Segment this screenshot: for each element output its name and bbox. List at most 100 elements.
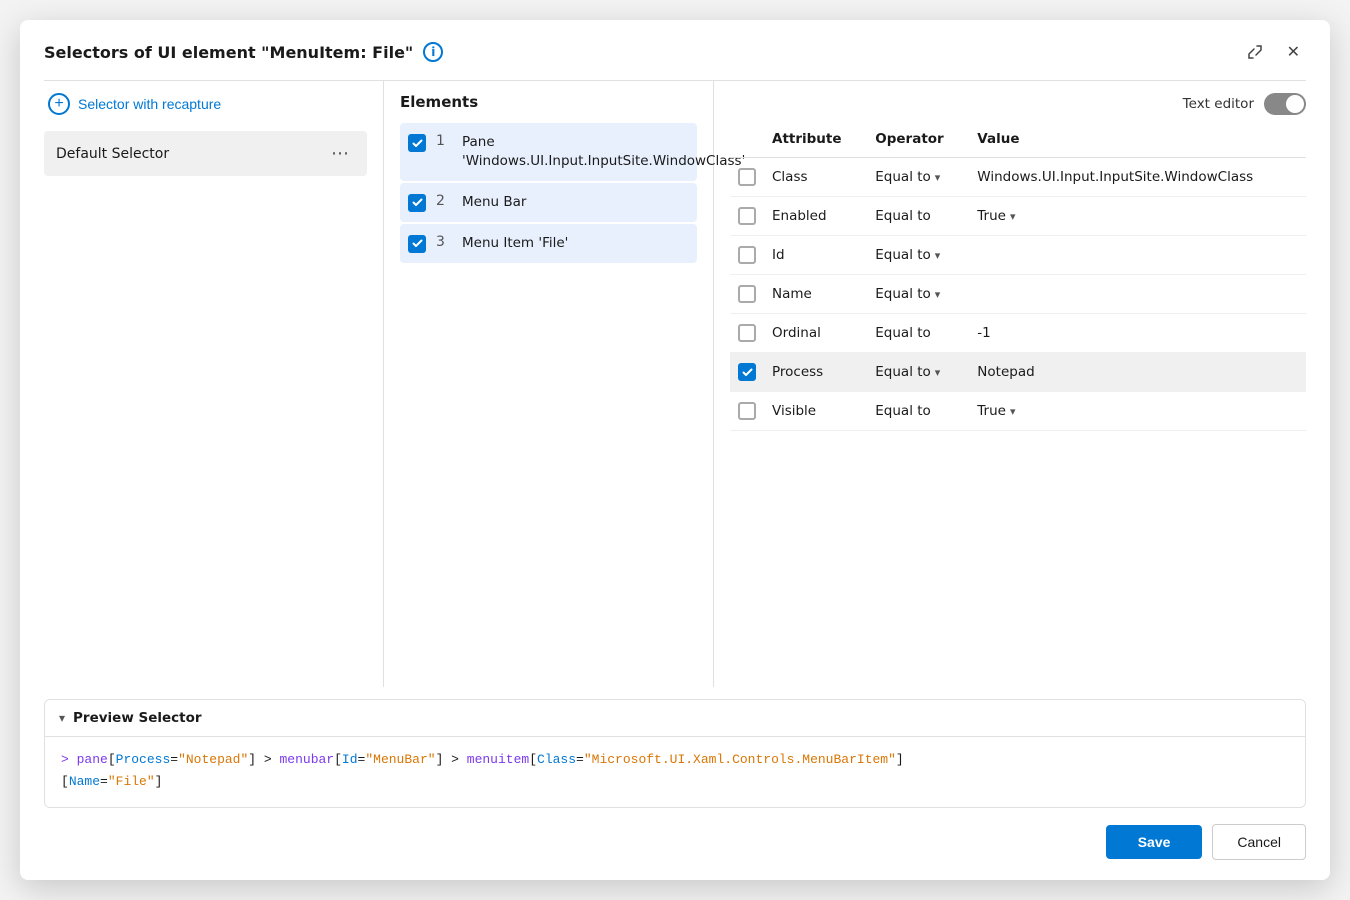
info-icon[interactable]: i <box>423 42 443 62</box>
row-attribute-2: Id <box>764 236 867 275</box>
add-selector-button[interactable]: + Selector with recapture <box>44 85 225 123</box>
row-attribute-3: Name <box>764 275 867 314</box>
element-item[interactable]: 1 Pane 'Windows.UI.Input.InputSite.Windo… <box>400 123 697 181</box>
preview-token: [ <box>108 752 116 767</box>
row-operator-5[interactable]: Equal to ▾ <box>867 353 969 392</box>
value-chevron-6: ▾ <box>1010 405 1016 418</box>
row-checkbox-3[interactable] <box>738 285 756 303</box>
table-header-row: Attribute Operator Value <box>730 123 1306 158</box>
add-selector-label: Selector with recapture <box>78 96 221 112</box>
attribute-table-body: Class Equal to ▾ Windows.UI.Input.InputS… <box>730 158 1306 431</box>
panels-container: + Selector with recapture Default Select… <box>20 81 1330 687</box>
row-value-3 <box>969 275 1306 314</box>
preview-token: pane <box>77 752 108 767</box>
preview-title: Preview Selector <box>73 710 202 726</box>
table-row: Process Equal to ▾ Notepad <box>730 353 1306 392</box>
row-operator-4[interactable]: Equal to <box>867 314 969 353</box>
preview-body: > pane[Process="Notepad"] > menubar[Id="… <box>45 737 1305 807</box>
value-with-chevron-1[interactable]: True ▾ <box>977 208 1298 224</box>
operator-select-5[interactable]: Equal to ▾ <box>875 364 961 380</box>
element-checkbox-0[interactable] <box>408 134 426 152</box>
preview-token: menubar <box>280 752 335 767</box>
col-operator: Operator <box>867 123 969 158</box>
expand-button[interactable] <box>1241 40 1269 64</box>
preview-token: = <box>576 752 584 767</box>
col-value: Value <box>969 123 1306 158</box>
preview-chevron-icon: ▾ <box>59 711 65 725</box>
operator-select-2[interactable]: Equal to ▾ <box>875 247 961 263</box>
row-value-1: True ▾ <box>969 197 1306 236</box>
preview-header[interactable]: ▾ Preview Selector <box>45 700 1305 737</box>
row-operator-6[interactable]: Equal to <box>867 392 969 431</box>
row-checkbox-4[interactable] <box>738 324 756 342</box>
elements-list: 1 Pane 'Windows.UI.Input.InputSite.Windo… <box>400 123 697 263</box>
preview-line1: > pane[Process="Notepad"] > menubar[Id="… <box>61 749 1289 771</box>
row-value-6: True ▾ <box>969 392 1306 431</box>
element-item[interactable]: 3 Menu Item 'File' <box>400 224 697 263</box>
element-number: 1 <box>436 133 452 149</box>
operator-chevron-3: ▾ <box>935 288 941 301</box>
operator-chevron-5: ▾ <box>935 366 941 379</box>
row-operator-1[interactable]: Equal to <box>867 197 969 236</box>
row-attribute-6: Visible <box>764 392 867 431</box>
value-with-chevron-6[interactable]: True ▾ <box>977 403 1298 419</box>
preview-token: ] > <box>248 752 279 767</box>
preview-token: "File" <box>108 774 155 789</box>
row-checkbox-0[interactable] <box>738 168 756 186</box>
toggle-knob <box>1286 95 1304 113</box>
element-item[interactable]: 2 Menu Bar <box>400 183 697 222</box>
preview-token: > <box>61 752 77 767</box>
left-panel: + Selector with recapture Default Select… <box>44 81 384 687</box>
selector-item-menu-button[interactable]: ⋯ <box>325 141 355 166</box>
row-checkbox-cell-2 <box>730 236 764 275</box>
preview-token: "Notepad" <box>178 752 248 767</box>
preview-token: Class <box>537 752 576 767</box>
col-attribute: Attribute <box>764 123 867 158</box>
row-operator-3[interactable]: Equal to ▾ <box>867 275 969 314</box>
text-editor-row: Text editor <box>730 85 1306 115</box>
row-checkbox-cell-3 <box>730 275 764 314</box>
row-checkbox-2[interactable] <box>738 246 756 264</box>
operator-select-0[interactable]: Equal to ▾ <box>875 169 961 185</box>
selector-item-label: Default Selector <box>56 146 169 162</box>
row-checkbox-cell-5 <box>730 353 764 392</box>
selector-item-default[interactable]: Default Selector ⋯ <box>44 131 367 176</box>
row-checkbox-5[interactable] <box>738 363 756 381</box>
element-label: Menu Bar <box>462 193 526 212</box>
element-checkbox-1[interactable] <box>408 194 426 212</box>
cancel-button[interactable]: Cancel <box>1212 824 1306 860</box>
value-chevron-1: ▾ <box>1010 210 1016 223</box>
row-checkbox-6[interactable] <box>738 402 756 420</box>
row-operator-0[interactable]: Equal to ▾ <box>867 158 969 197</box>
preview-token: menuitem <box>467 752 529 767</box>
close-button[interactable]: ✕ <box>1281 38 1306 66</box>
preview-token: "MenuBar" <box>365 752 435 767</box>
row-attribute-4: Ordinal <box>764 314 867 353</box>
element-checkbox-2[interactable] <box>408 235 426 253</box>
dialog-controls: ✕ <box>1241 38 1306 66</box>
preview-token: [ <box>61 774 69 789</box>
table-row: Class Equal to ▾ Windows.UI.Input.InputS… <box>730 158 1306 197</box>
row-attribute-0: Class <box>764 158 867 197</box>
operator-chevron-2: ▾ <box>935 249 941 262</box>
element-label: Pane 'Windows.UI.Input.InputSite.WindowC… <box>462 133 745 171</box>
dialog-footer: Save Cancel <box>20 808 1330 880</box>
dialog-header: Selectors of UI element "MenuItem: File"… <box>20 20 1330 80</box>
table-row: EnabledEqual to True ▾ <box>730 197 1306 236</box>
text-editor-toggle[interactable] <box>1264 93 1306 115</box>
save-button[interactable]: Save <box>1106 825 1203 859</box>
row-value-0: Windows.UI.Input.InputSite.WindowClass <box>969 158 1306 197</box>
operator-select-3[interactable]: Equal to ▾ <box>875 286 961 302</box>
element-number: 3 <box>436 234 452 250</box>
row-operator-2[interactable]: Equal to ▾ <box>867 236 969 275</box>
row-checkbox-1[interactable] <box>738 207 756 225</box>
preview-token: Process <box>116 752 171 767</box>
element-label: Menu Item 'File' <box>462 234 568 253</box>
element-number: 2 <box>436 193 452 209</box>
table-row: Name Equal to ▾ <box>730 275 1306 314</box>
preview-token: ] <box>896 752 904 767</box>
table-row: Id Equal to ▾ <box>730 236 1306 275</box>
row-attribute-1: Enabled <box>764 197 867 236</box>
text-editor-label: Text editor <box>1183 96 1254 112</box>
add-icon: + <box>48 93 70 115</box>
